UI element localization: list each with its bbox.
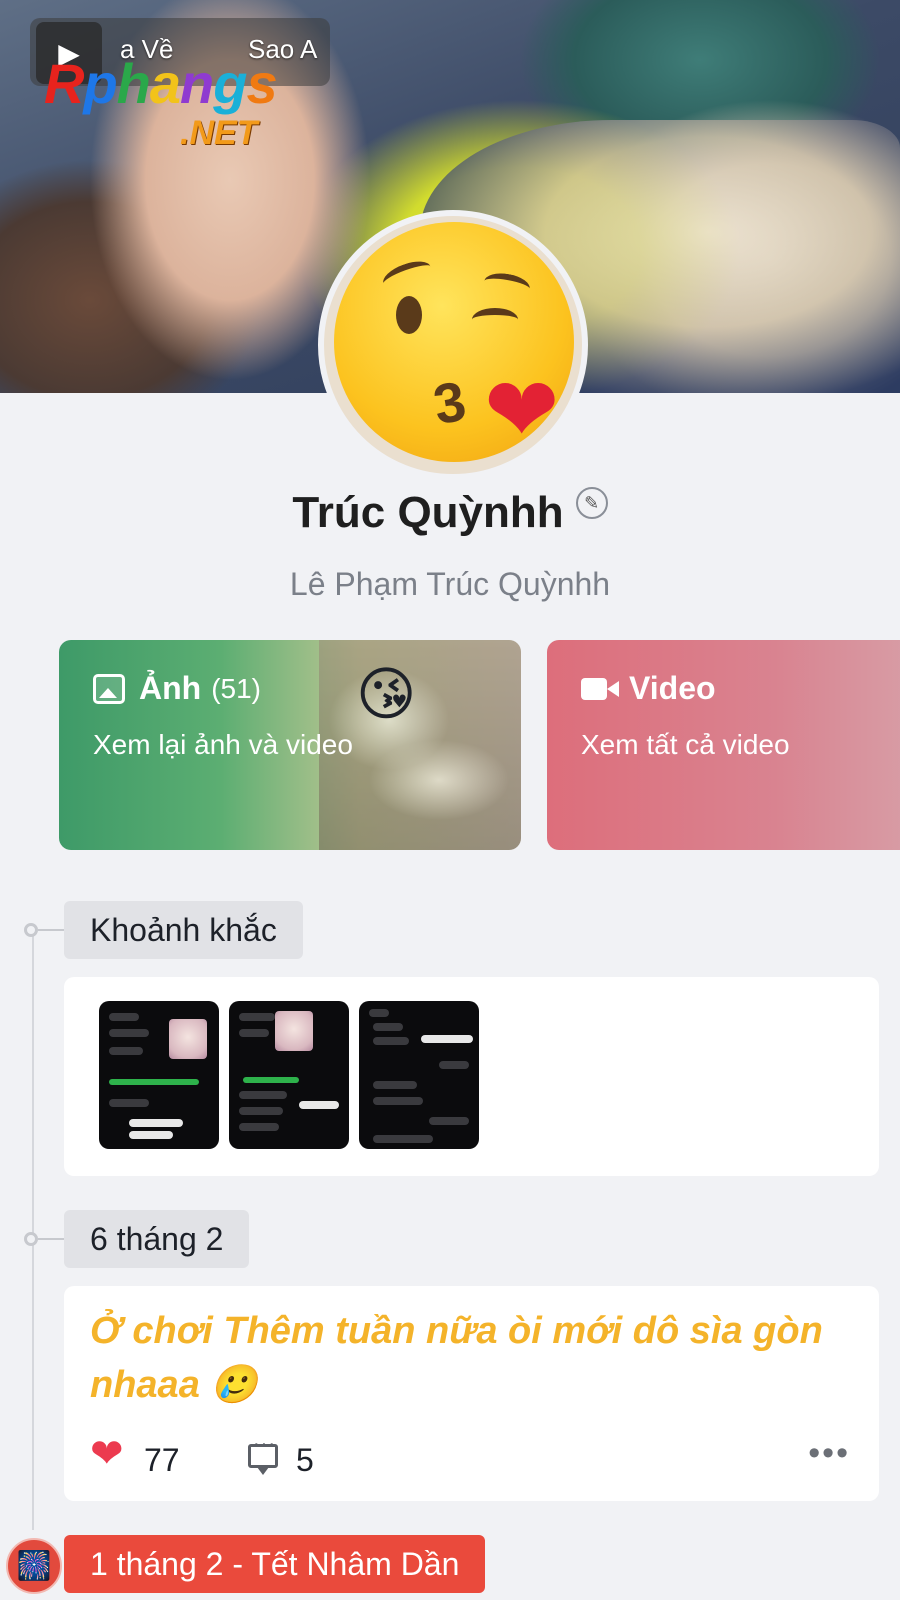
photos-count: (51) xyxy=(211,672,261,704)
photos-card-subtitle: Xem lại ảnh và video xyxy=(93,729,353,760)
post-date-label: 6 tháng 2 xyxy=(64,1210,250,1268)
like-heart-icon[interactable]: ❤ xyxy=(90,1434,124,1474)
profile-avatar[interactable]: 3 ❤ xyxy=(318,210,588,480)
full-name: Lê Phạm Trúc Quỳnhh xyxy=(289,566,611,602)
timeline-dot xyxy=(24,1232,38,1246)
moments-panel xyxy=(64,977,879,1176)
moments-label: Khoảnh khắc xyxy=(64,901,303,959)
post-actions: ❤ 77 5 ••• xyxy=(90,1433,850,1482)
like-count: 77 xyxy=(144,1442,180,1478)
image-icon xyxy=(93,673,125,704)
moment-thumbnail[interactable] xyxy=(229,1001,349,1149)
edit-pencil-icon[interactable]: ✎ xyxy=(575,487,608,519)
comment-count: 5 xyxy=(296,1442,314,1478)
timeline-connector xyxy=(38,1238,64,1240)
more-options-icon[interactable]: ••• xyxy=(808,1434,850,1473)
videos-card-title: Video xyxy=(629,670,716,706)
post-text: Ở chơi Thêm tuần nữa òi mới dô sìa gòn n… xyxy=(90,1310,823,1406)
watermark-logo-sub: .NET xyxy=(180,114,258,152)
videos-card-subtitle: Xem tất cả video xyxy=(581,729,790,760)
heart-icon: ❤ xyxy=(484,361,560,461)
post-card[interactable]: Ở chơi Thêm tuần nữa òi mới dô sìa gòn n… xyxy=(64,1286,879,1501)
event-label: 1 tháng 2 - Tết Nhâm Dần xyxy=(64,1535,486,1593)
timeline-dot xyxy=(24,923,38,937)
fireworks-icon: 🎆 xyxy=(6,1538,62,1594)
moment-thumbnail[interactable] xyxy=(359,1001,479,1149)
display-name: Trúc Quỳnhh xyxy=(292,488,564,537)
kissing-face-small-icon: 😘 xyxy=(356,662,417,727)
watermark-logo: Rphangs xyxy=(44,52,278,115)
video-camera-icon xyxy=(581,677,619,700)
photos-card[interactable]: Ảnh (51) Xem lại ảnh và video xyxy=(59,640,521,850)
timeline-line xyxy=(32,930,34,1530)
profile-name-row: Trúc Quỳnhh ✎ xyxy=(0,487,900,538)
comment-icon[interactable] xyxy=(248,1433,278,1475)
timeline-connector xyxy=(38,929,64,931)
videos-card[interactable]: Video Xem tất cả video xyxy=(547,640,900,850)
photos-card-title: Ảnh xyxy=(139,670,202,706)
moment-thumbnail[interactable] xyxy=(99,1001,219,1149)
